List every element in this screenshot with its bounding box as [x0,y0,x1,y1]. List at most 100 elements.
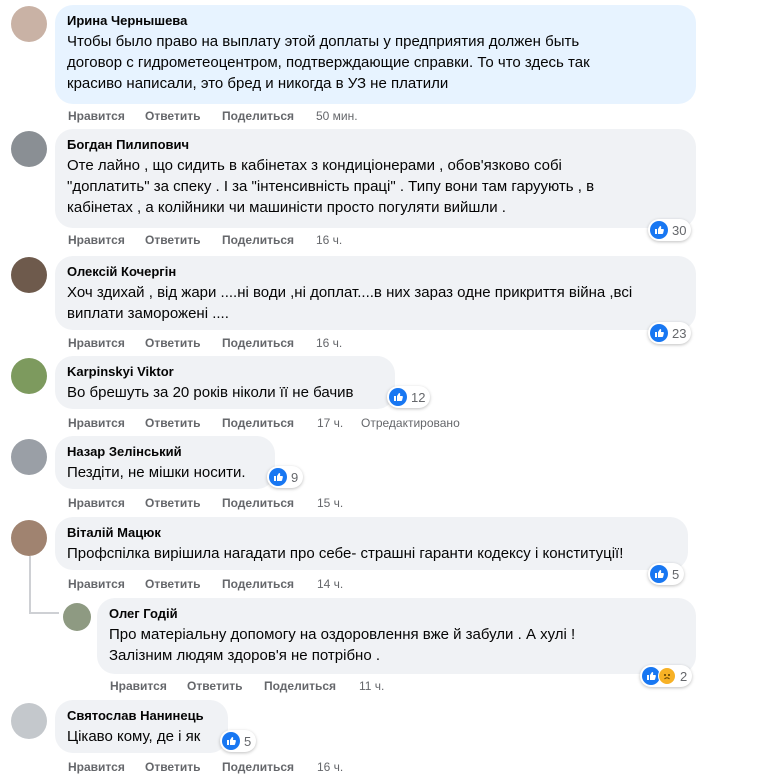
timestamp[interactable]: 50 мин. [316,109,358,123]
comment-author[interactable]: Олег Годій [109,606,684,622]
timestamp[interactable]: 16 ч. [317,760,343,774]
comment-author[interactable]: Karpinskyi Viktor [67,364,383,380]
share-button[interactable]: Поделиться [264,679,336,693]
share-button[interactable]: Поделиться [222,109,294,123]
comment-line: договор с гидрометеоцентром, подтверждаю… [67,54,590,71]
comment-bubble: Богдан Пилипович Оте лайно , що сидить в… [55,129,696,228]
comment-author[interactable]: Ирина Чернышева [67,13,684,29]
avatar[interactable] [11,703,47,739]
avatar[interactable] [11,520,47,556]
reaction-number: 12 [411,389,426,405]
avatar[interactable] [11,131,47,167]
reply-button[interactable]: Ответить [145,233,200,247]
comment-bubble: Олексій Кочергін Хоч здихай , від жари .… [55,256,696,330]
share-button[interactable]: Поделиться [222,577,294,591]
like-button[interactable]: Нравится [68,416,125,430]
reaction-count[interactable]: 2 [640,665,693,687]
comment-line: кабінетах , а колійники чи машиністи про… [67,199,506,216]
like-icon [389,388,407,406]
timestamp[interactable]: 16 ч. [316,233,342,247]
reply-thread-line [29,556,31,612]
reply-button[interactable]: Ответить [187,679,242,693]
comment-author[interactable]: Святослав Нанинець [67,708,216,724]
timestamp[interactable]: 11 ч. [359,679,384,693]
like-icon [269,468,287,486]
comment-line: "доплатить" за спеку . І за "інтенсивніс… [67,178,595,195]
like-icon [650,565,668,583]
comment-bubble: Karpinskyi Viktor Во брешуть за 20 років… [55,356,395,409]
timestamp[interactable]: 17 ч. [317,416,343,430]
comment-author[interactable]: Богдан Пилипович [67,137,684,153]
comment-line: Во брешуть за 20 років ніколи її не бачи… [67,384,354,401]
sad-icon [658,667,676,685]
share-button[interactable]: Поделиться [222,416,294,430]
comment-line: виплати заморожені .... [67,305,229,322]
reaction-number: 23 [672,325,687,341]
comment-text: Профспілка вирішила нагадати про себе- с… [67,543,676,564]
reaction-count[interactable]: 5 [220,730,257,752]
reaction-number: 9 [291,469,299,485]
comment-line: Профспілка вирішила нагадати про себе- с… [67,545,624,562]
reaction-number: 30 [672,222,687,238]
like-button[interactable]: Нравится [68,109,125,123]
timestamp[interactable]: 15 ч. [317,496,343,510]
timestamp[interactable]: 14 ч. [317,577,343,591]
reply-button[interactable]: Ответить [145,336,200,350]
edited-label[interactable]: Отредактировано [361,416,460,430]
reply-button[interactable]: Ответить [145,109,200,123]
comment-author[interactable]: Віталій Мацюк [67,525,676,541]
reply-button[interactable]: Ответить [145,577,200,591]
comment-text: Оте лайно , що сидить в кабінетах з конд… [67,155,684,218]
reply-button[interactable]: Ответить [145,496,200,510]
like-button[interactable]: Нравится [68,336,125,350]
comment-author[interactable]: Назар Зелінський [67,444,263,460]
reaction-count[interactable]: 9 [267,466,304,488]
comment-bubble: Олег Годій Про матеріальну допомогу на о… [97,598,696,674]
share-button[interactable]: Поделиться [222,496,294,510]
timestamp[interactable]: 16 ч. [316,336,342,350]
comment-line: Пездіти, не мішки носити. [67,464,246,481]
reply-button[interactable]: Ответить [145,760,200,774]
comment-line: Чтобы было право на выплату этой доплаты… [67,33,580,50]
like-icon [650,221,668,239]
share-button[interactable]: Поделиться [222,760,294,774]
avatar[interactable] [11,439,47,475]
comment-line: Оте лайно , що сидить в кабінетах з конд… [67,157,562,174]
avatar[interactable] [11,358,47,394]
comment-line: Залізним людям здоров'я не потрібно . [109,647,381,664]
reaction-number: 2 [680,668,688,684]
comment-text: Во брешуть за 20 років ніколи її не бачи… [67,382,383,403]
reaction-count[interactable]: 30 [648,219,692,241]
reaction-count[interactable]: 23 [648,322,692,344]
reply-thread-connector [29,612,59,614]
like-button[interactable]: Нравится [68,233,125,247]
comment-text: Про матеріальну допомогу на оздоровлення… [109,624,684,666]
share-button[interactable]: Поделиться [222,336,294,350]
avatar[interactable] [63,603,91,631]
reaction-count[interactable]: 12 [387,386,431,408]
like-icon [222,732,240,750]
comment-line: Цікаво кому, де і як [67,728,201,745]
comment-bubble: Святослав Нанинець Цікаво кому, де і як [55,700,228,753]
share-button[interactable]: Поделиться [222,233,294,247]
reaction-number: 5 [672,566,680,582]
like-button[interactable]: Нравится [110,679,167,693]
comment-author[interactable]: Олексій Кочергін [67,264,684,280]
comment-line: красиво написали, это бред и никогда в У… [67,75,449,92]
comment-text: Цікаво кому, де і як [67,726,216,747]
comment-text: Пездіти, не мішки носити. [67,462,263,483]
comment-bubble: Назар Зелінський Пездіти, не мішки носит… [55,436,275,489]
like-button[interactable]: Нравится [68,577,125,591]
like-button[interactable]: Нравится [68,760,125,774]
comment-bubble: Віталій Мацюк Профспілка вирішила нагада… [55,517,688,570]
comment-text: Чтобы было право на выплату этой доплаты… [67,31,684,94]
comment-bubble: Ирина Чернышева Чтобы было право на выпл… [55,5,696,104]
reaction-count[interactable]: 5 [648,563,685,585]
like-button[interactable]: Нравится [68,496,125,510]
comment-line: Про матеріальну допомогу на оздоровлення… [109,626,576,643]
reply-button[interactable]: Ответить [145,416,200,430]
comment-text: Хоч здихай , від жари ....ні води ,ні до… [67,282,684,324]
avatar[interactable] [11,6,47,42]
avatar[interactable] [11,257,47,293]
reaction-number: 5 [244,733,252,749]
